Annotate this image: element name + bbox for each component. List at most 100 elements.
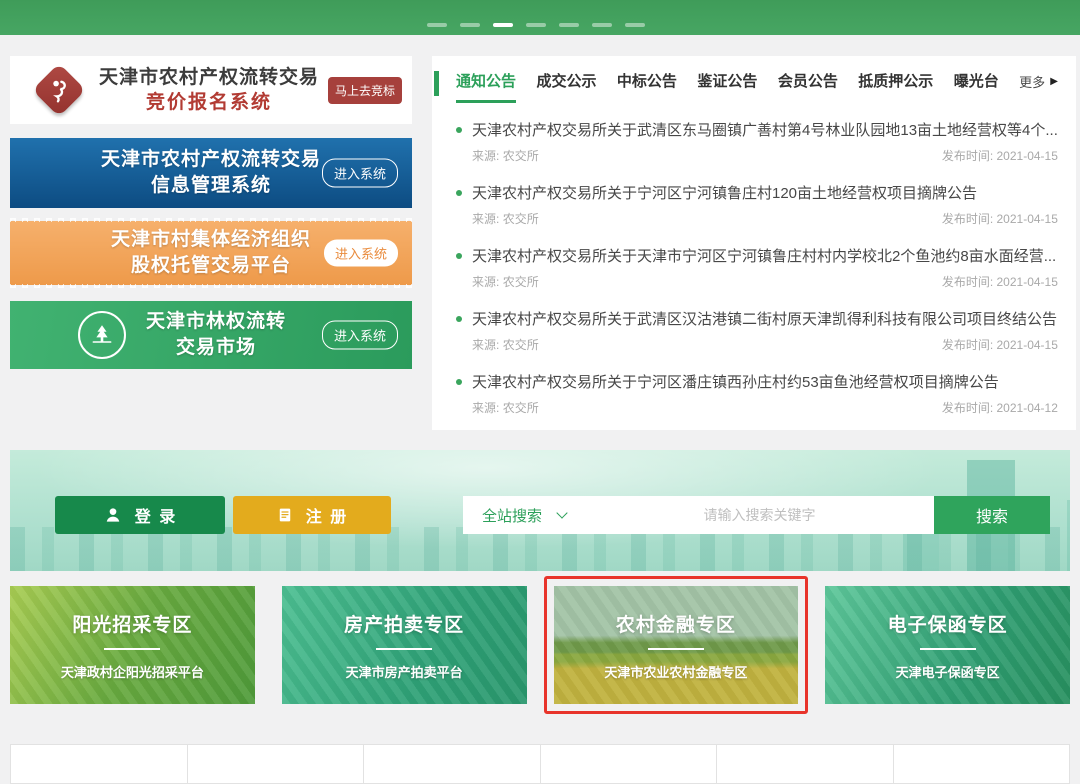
zone-subtitle: 天津市房产拍卖平台 xyxy=(346,662,463,681)
announcement-title[interactable]: 天津农村产权交易所关于武清区汉沽港镇二街村原天津凯得利科技有限公司项目终结公告 xyxy=(472,308,1057,329)
footer-box[interactable] xyxy=(717,744,894,784)
announcement-date: 发布时间: 2021-04-15 xyxy=(942,210,1058,227)
announcement-item: 天津农村产权交易所关于宁河区宁河镇鲁庄村120亩土地经营权项目摘牌公告 来源: … xyxy=(456,172,1058,235)
zone-title: 阳光招采专区 xyxy=(72,610,192,637)
bullet-icon xyxy=(456,190,462,196)
enter-system-button[interactable]: 进入系统 xyxy=(322,159,398,188)
search-scope-select[interactable]: 全站搜索 xyxy=(463,496,585,534)
carousel-dash-active[interactable] xyxy=(493,23,513,27)
zone-card-wrap: 电子保函专区 天津电子保函专区 xyxy=(825,586,1070,704)
announcement-source: 来源: 农交所 xyxy=(472,147,539,164)
carousel-dash[interactable] xyxy=(526,23,546,27)
zone-card-wrap: 阳光招采专区 天津政村企阳光招采平台 xyxy=(10,586,255,704)
announcement-title[interactable]: 天津农村产权交易所关于武清区东马圈镇广善村第4号林业队园地13亩土地经营权等4个… xyxy=(472,119,1058,140)
search-input[interactable] xyxy=(585,496,934,534)
carousel-dash[interactable] xyxy=(427,23,447,27)
announcement-title[interactable]: 天津农村产权交易所关于宁河区宁河镇鲁庄村120亩土地经营权项目摘牌公告 xyxy=(472,182,977,203)
tab-accent-bar xyxy=(434,71,439,96)
bullet-icon xyxy=(456,379,462,385)
footer-box[interactable] xyxy=(10,744,188,784)
footer-box[interactable] xyxy=(894,744,1071,784)
zone-divider xyxy=(920,648,976,650)
bidding-system-panel[interactable]: 天津市农村产权流转交易 竞价报名系统 马上去竞标 xyxy=(10,56,412,124)
bullet-icon xyxy=(456,127,462,133)
more-link[interactable]: 更多 ▶ xyxy=(1019,70,1058,91)
zone-title: 农村金融专区 xyxy=(616,610,736,637)
equity-custody-platform-banner[interactable]: 天津市村集体经济组织 股权托管交易平台 进入系统 xyxy=(10,221,412,285)
zone-divider xyxy=(648,648,704,650)
carousel-indicators xyxy=(427,23,645,27)
announcement-item: 天津农村产权交易所关于武清区汉沽港镇二街村原天津凯得利科技有限公司项目终结公告 … xyxy=(456,298,1058,361)
announcement-tab[interactable]: 成交公示 xyxy=(536,70,596,100)
page-container: 天津市农村产权流转交易 竞价报名系统 马上去竞标 天津市农村产权流转交易 信息管… xyxy=(0,56,1080,784)
announcement-item: 天津农村产权交易所关于宁河区潘庄镇西孙庄村约53亩鱼池经营权项目摘牌公告 来源:… xyxy=(456,361,1058,424)
search-scope-label: 全站搜索 xyxy=(482,505,542,526)
login-label: 登 录 xyxy=(135,503,177,527)
zone-subtitle: 天津电子保函专区 xyxy=(896,662,1000,681)
info-management-system-banner[interactable]: 天津市农村产权流转交易 信息管理系统 进入系统 xyxy=(10,138,412,208)
zone-card[interactable]: 农村金融专区 天津市农业农村金融专区 xyxy=(554,586,799,704)
announcement-list: 天津农村产权交易所关于武清区东马圈镇广善村第4号林业队园地13亩土地经营权等4个… xyxy=(432,109,1058,424)
login-button[interactable]: 登 录 xyxy=(55,496,225,534)
zone-card[interactable]: 电子保函专区 天津电子保函专区 xyxy=(825,586,1070,704)
zone-card[interactable]: 房产拍卖专区 天津市房产拍卖平台 xyxy=(282,586,527,704)
footer-box[interactable] xyxy=(364,744,541,784)
bullet-icon xyxy=(456,253,462,259)
footer-link-boxes xyxy=(10,744,1070,784)
zone-title: 电子保函专区 xyxy=(888,610,1008,637)
register-label: 注 册 xyxy=(306,503,348,527)
carousel-dash[interactable] xyxy=(625,23,645,27)
carousel-dash[interactable] xyxy=(559,23,579,27)
carousel-dash[interactable] xyxy=(460,23,480,27)
left-column: 天津市农村产权流转交易 竞价报名系统 马上去竞标 天津市农村产权流转交易 信息管… xyxy=(10,56,412,430)
person-icon xyxy=(103,505,123,525)
hero-band: 登 录 注 册 全站搜索 搜索 xyxy=(10,450,1070,571)
announcement-tab[interactable]: 中标公告 xyxy=(617,70,677,100)
announcement-tab[interactable]: 曝光台 xyxy=(954,70,999,100)
enter-system-button[interactable]: 进入系统 xyxy=(322,321,398,350)
announcement-source: 来源: 农交所 xyxy=(472,336,539,353)
site-search: 全站搜索 搜索 xyxy=(463,496,1050,534)
bidding-system-title-line1: 天津市农村产权流转交易 xyxy=(96,66,322,90)
announcement-item: 天津农村产权交易所关于武清区东马圈镇广善村第4号林业队园地13亩土地经营权等4个… xyxy=(456,109,1058,172)
announcement-title[interactable]: 天津农村产权交易所关于宁河区潘庄镇西孙庄村约53亩鱼池经营权项目摘牌公告 xyxy=(472,371,999,392)
announcement-date: 发布时间: 2021-04-12 xyxy=(942,399,1058,416)
announcement-tab[interactable]: 鉴证公告 xyxy=(697,70,757,100)
announcement-title[interactable]: 天津农村产权交易所关于天津市宁河区宁河镇鲁庄村村内学校北2个鱼池约8亩水面经营.… xyxy=(472,245,1056,266)
search-button[interactable]: 搜索 xyxy=(934,496,1050,534)
id-card-icon xyxy=(276,506,294,524)
enter-system-button[interactable]: 进入系统 xyxy=(324,240,398,267)
announcement-date: 发布时间: 2021-04-15 xyxy=(942,273,1058,290)
chevron-down-icon xyxy=(556,507,567,518)
more-arrow-icon: ▶ xyxy=(1050,76,1058,87)
announcement-tab-active[interactable]: 通知公告 xyxy=(456,70,516,103)
site-logo-icon xyxy=(32,63,86,117)
announcement-source: 来源: 农交所 xyxy=(472,210,539,227)
bidding-system-title: 天津市农村产权流转交易 竞价报名系统 xyxy=(96,66,322,115)
banner-line2: 交易市场 xyxy=(146,335,286,361)
zone-divider xyxy=(376,648,432,650)
zone-divider xyxy=(104,648,160,650)
zone-cards: 阳光招采专区 天津政村企阳光招采平台 房产拍卖专区 天津市房产拍卖平台 农村金融… xyxy=(10,586,1070,704)
footer-box[interactable] xyxy=(188,744,365,784)
announcement-date: 发布时间: 2021-04-15 xyxy=(942,147,1058,164)
footer-box[interactable] xyxy=(541,744,718,784)
announcement-date: 发布时间: 2021-04-15 xyxy=(942,336,1058,353)
forest-rights-market-banner[interactable]: 天津市林权流转 交易市场 进入系统 xyxy=(10,301,412,369)
announcement-item: 天津农村产权交易所关于天津市宁河区宁河镇鲁庄村村内学校北2个鱼池约8亩水面经营.… xyxy=(456,235,1058,298)
register-button[interactable]: 注 册 xyxy=(233,496,391,534)
tree-icon xyxy=(78,311,126,359)
announcement-tab[interactable]: 会员公告 xyxy=(778,70,838,100)
banner-line1: 天津市林权流转 xyxy=(146,309,286,335)
announcement-tab[interactable]: 抵质押公示 xyxy=(858,70,933,100)
announcement-source: 来源: 农交所 xyxy=(472,273,539,290)
bidding-system-title-line2: 竞价报名系统 xyxy=(96,91,322,115)
zone-title: 房产拍卖专区 xyxy=(344,610,464,637)
carousel-dash[interactable] xyxy=(592,23,612,27)
announcements-panel: 通知公告成交公示中标公告鉴证公告会员公告抵质押公示曝光台 更多 ▶ 天津农村产权… xyxy=(432,56,1076,430)
announcement-source: 来源: 农交所 xyxy=(472,399,539,416)
go-bid-button[interactable]: 马上去竞标 xyxy=(328,77,402,104)
zone-card[interactable]: 阳光招采专区 天津政村企阳光招采平台 xyxy=(10,586,255,704)
zone-subtitle: 天津市农业农村金融专区 xyxy=(604,662,747,681)
more-label: 更多 xyxy=(1019,72,1045,91)
